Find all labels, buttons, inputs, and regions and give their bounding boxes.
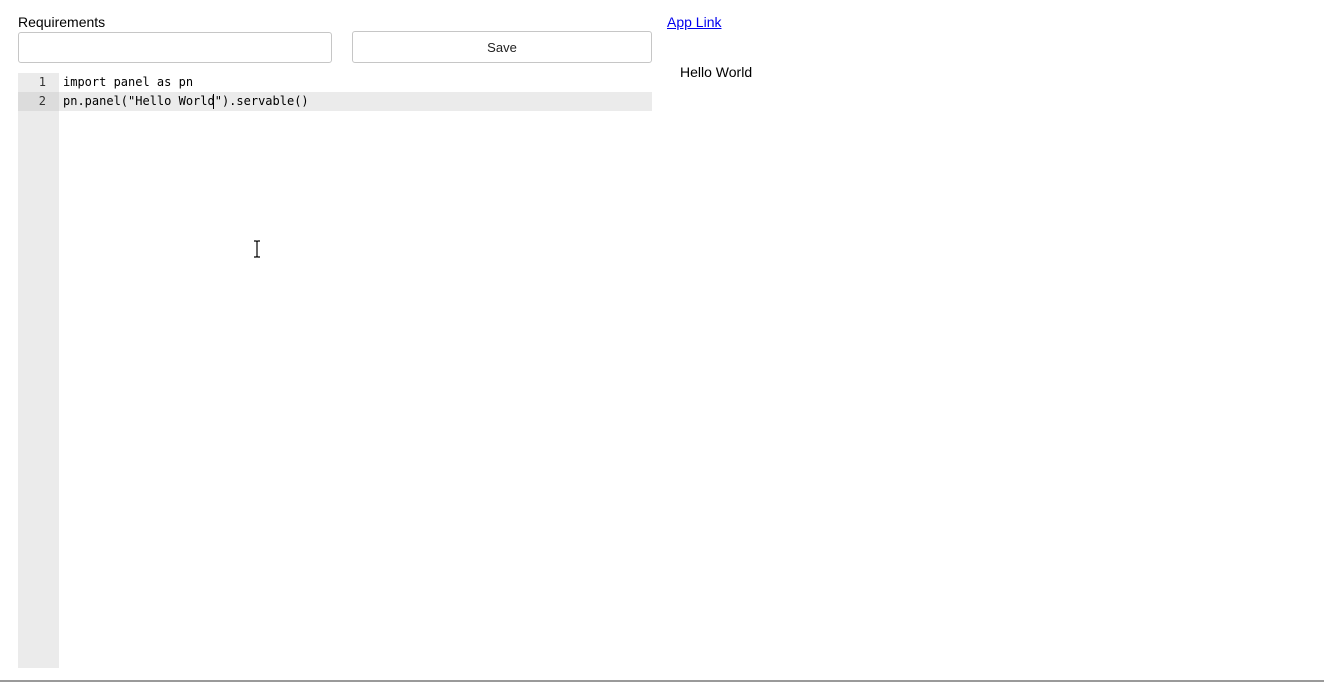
code-line-active[interactable]: 2 pn.panel("Hello World").servable() xyxy=(18,92,652,111)
line-number: 1 xyxy=(38,75,46,89)
app-link[interactable]: App Link xyxy=(667,13,721,31)
requirements-label: Requirements xyxy=(18,14,106,30)
line-number: 2 xyxy=(38,94,46,108)
i-beam-cursor-icon xyxy=(254,240,260,258)
save-button[interactable]: Save xyxy=(352,31,652,63)
code-line[interactable]: 1 import panel as pn xyxy=(18,73,652,92)
code-editor[interactable]: 1 import panel as pn 2 pn.panel("Hello W… xyxy=(18,73,652,668)
app-preview-output: Hello World xyxy=(680,64,753,80)
text-caret xyxy=(213,94,214,109)
requirements-input[interactable] xyxy=(18,32,332,63)
code-text[interactable]: import panel as pn xyxy=(63,73,193,92)
code-text[interactable]: pn.panel("Hello World").servable() xyxy=(63,92,309,111)
code-playground: Requirements Save 1 import panel as pn 2… xyxy=(0,0,1324,682)
line-number-gutter xyxy=(18,73,59,668)
